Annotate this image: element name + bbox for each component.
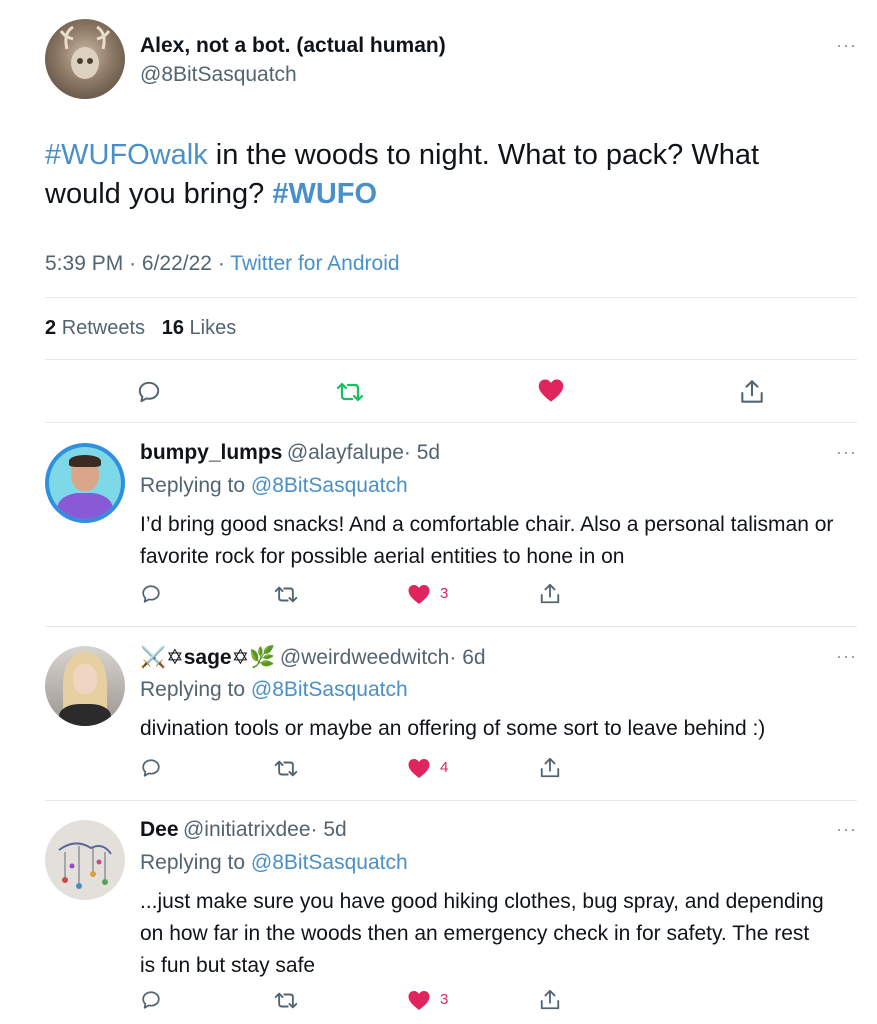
more-horizontal-icon[interactable]: ···	[836, 647, 857, 665]
more-horizontal-icon[interactable]: ···	[836, 443, 857, 461]
replying-to: Replying to @8BitSasquatch	[140, 474, 408, 498]
share-icon[interactable]	[539, 988, 561, 1012]
replying-to-handle[interactable]: @8BitSasquatch	[251, 678, 408, 701]
reply-handle[interactable]: @weirdweedwitch	[280, 646, 450, 669]
more-horizontal-icon[interactable]: ···	[836, 820, 857, 838]
reply-avatar[interactable]	[45, 443, 125, 523]
reply-age[interactable]: · 5d	[311, 818, 347, 841]
retweet-icon[interactable]	[336, 379, 364, 405]
divider	[45, 422, 857, 423]
reply-like-count: 3	[440, 585, 449, 602]
reply-icon[interactable]	[136, 379, 162, 405]
divider	[45, 800, 857, 801]
replying-to-label: Replying to	[140, 678, 246, 701]
like-label: Likes	[189, 317, 237, 339]
replying-to-handle[interactable]: @8BitSasquatch	[251, 851, 408, 874]
reply-avatar[interactable]	[45, 820, 125, 900]
reply-age[interactable]: · 5d	[404, 441, 440, 464]
heart-icon[interactable]	[407, 757, 431, 779]
heart-icon[interactable]	[407, 989, 431, 1011]
retweet-icon[interactable]	[274, 990, 298, 1011]
hashtag-wufo[interactable]: #WUFO	[272, 178, 377, 210]
reply-header: bumpy_lumps @alayfalupe· 5d	[140, 441, 440, 465]
tweet-meta: 5:39 PM · 6/22/22 · Twitter for Android	[45, 252, 400, 276]
reply-handle[interactable]: @initiatrixdee	[183, 818, 311, 841]
replying-to: Replying to @8BitSasquatch	[140, 678, 408, 702]
divider	[45, 297, 857, 298]
author-handle[interactable]: @8BitSasquatch	[140, 63, 297, 87]
tweet-text: #WUFOwalk in the woods to night. What to…	[45, 136, 835, 214]
reply-age[interactable]: · 6d	[449, 646, 485, 669]
author-name[interactable]: Alex, not a bot. (actual human)	[140, 34, 446, 58]
retweet-label: Retweets	[61, 317, 146, 339]
meta-separator: ·	[129, 252, 137, 275]
meta-separator: ·	[217, 252, 225, 275]
reply-icon[interactable]	[140, 989, 162, 1011]
divider	[45, 626, 857, 627]
reply-name[interactable]: bumpy_lumps	[140, 441, 282, 464]
reply-header: Dee @initiatrixdee· 5d	[140, 818, 347, 842]
share-icon[interactable]	[539, 756, 561, 780]
likes-stat[interactable]: 16 Likes	[162, 317, 237, 339]
reply-icon[interactable]	[140, 757, 162, 779]
reply-text: divination tools or maybe an offering of…	[140, 717, 766, 740]
reply-like-count: 3	[440, 991, 449, 1008]
like-count: 16	[161, 317, 184, 339]
reply-text: I’d bring good snacks! And a comfortable…	[140, 513, 834, 568]
reply-avatar[interactable]	[45, 646, 125, 726]
replying-to-label: Replying to	[140, 474, 246, 497]
tweet-date[interactable]: 6/22/22	[142, 252, 212, 275]
author-avatar[interactable]	[45, 19, 125, 99]
retweets-stat[interactable]: 2 Retweets	[45, 317, 145, 339]
reply-name[interactable]: Dee	[140, 818, 179, 841]
replying-to-label: Replying to	[140, 851, 246, 874]
share-icon[interactable]	[739, 378, 765, 406]
tweet-source[interactable]: Twitter for Android	[230, 252, 399, 275]
retweet-count: 2	[45, 317, 57, 339]
tweet-time[interactable]: 5:39 PM	[45, 252, 123, 275]
heart-icon[interactable]	[537, 377, 565, 403]
tweet-stats: 2 Retweets 16 Likes	[45, 317, 236, 340]
heart-icon[interactable]	[407, 583, 431, 605]
reply-like-count: 4	[440, 759, 449, 776]
retweet-icon[interactable]	[274, 758, 298, 779]
reply-header: ⚔️✡sage✡🌿 @weirdweedwitch· 6d	[140, 645, 486, 670]
antler-skull-image	[59, 25, 111, 79]
hashtag-wufowalk[interactable]: #WUFOwalk	[45, 139, 208, 171]
reply-handle[interactable]: @alayfalupe	[287, 441, 404, 464]
replying-to: Replying to @8BitSasquatch	[140, 851, 408, 875]
wall-hanging-image	[58, 842, 112, 889]
divider	[45, 359, 857, 360]
reply-name[interactable]: ⚔️✡sage✡🌿	[140, 646, 275, 669]
reply-icon[interactable]	[140, 583, 162, 605]
share-icon[interactable]	[539, 582, 561, 606]
replying-to-handle[interactable]: @8BitSasquatch	[251, 474, 408, 497]
reply-text: ...just make sure you have good hiking c…	[140, 890, 824, 977]
retweet-icon[interactable]	[274, 584, 298, 605]
more-horizontal-icon[interactable]: ···	[836, 36, 857, 54]
